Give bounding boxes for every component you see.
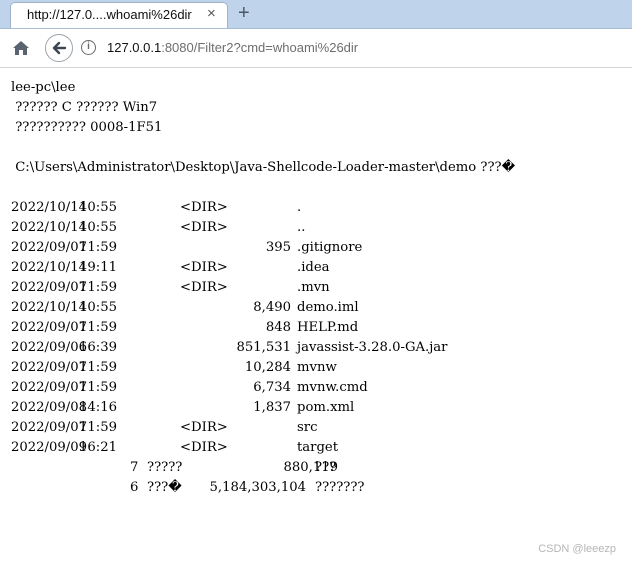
entry-date: 2022/09/07 <box>11 420 88 435</box>
directory-header-line: C:\Users\Administrator\Desktop\Java-Shel… <box>11 160 516 175</box>
entry-size: 848 <box>265 320 291 335</box>
tab-close-icon[interactable]: × <box>207 5 216 22</box>
directory-entry-row: 2022/09/07 11:59 10,284 mvnw <box>11 358 626 378</box>
entry-dir-marker: <DIR> <box>180 200 228 215</box>
entry-time: 16:21 <box>79 440 118 455</box>
entry-time: 10:55 <box>79 200 118 215</box>
csdn-watermark: CSDN @leeezp <box>538 543 616 555</box>
file-count-label: ????? <box>147 460 183 475</box>
entry-name: .gitignore <box>297 240 363 255</box>
file-count: 7 <box>130 460 139 475</box>
entry-size: 6,734 <box>253 380 291 395</box>
new-tab-icon[interactable]: + <box>238 0 250 26</box>
entry-name: . <box>297 200 302 215</box>
directory-entry-row: 2022/10/14 19:11 <DIR> .idea <box>11 258 626 278</box>
entry-name: .idea <box>297 260 330 275</box>
entry-name: demo.iml <box>297 300 359 315</box>
entry-size: 8,490 <box>253 300 291 315</box>
directory-entry-row: 2022/09/09 16:21 <DIR> target <box>11 438 626 458</box>
entry-name: .. <box>297 220 306 235</box>
site-info-icon[interactable]: i <box>81 40 96 55</box>
directory-entry-row: 2022/09/07 11:59 395 .gitignore <box>11 238 626 258</box>
entry-date: 2022/09/07 <box>11 320 88 335</box>
directory-listing: 2022/10/14 10:55 <DIR>. 2022/10/14 10:55 <DIR… <box>11 198 626 458</box>
volume-serial-line: ?????????? 0008-1F51 <box>11 120 163 135</box>
entry-dir-marker: <DIR> <box>180 420 228 435</box>
directory-entry-row: 2022/09/07 11:59 6,734 mvnw.cmd <box>11 378 626 398</box>
entry-size: 851,531 <box>236 340 291 355</box>
dir-count-label: ???� <box>147 480 182 495</box>
entry-date: 2022/09/07 <box>11 380 88 395</box>
entry-date: 2022/09/08 <box>11 400 88 415</box>
entry-dir-marker: <DIR> <box>180 280 228 295</box>
directory-entry-row: 2022/09/06 16:39 851,531 javassist-3.28.0-G… <box>11 338 626 358</box>
entry-date: 2022/09/07 <box>11 280 88 295</box>
entry-size: 395 <box>265 240 291 255</box>
entry-name: target <box>297 440 339 455</box>
free-bytes: 5,184,303,104 <box>209 480 306 495</box>
summary-dirs-row: 6 ???� 5,184,303,104 ??????? <box>11 478 626 498</box>
directory-entry-row: 2022/09/08 14:16 1,837 pom.xml <box>11 398 626 418</box>
url-path: :8080/Filter2?cmd=whoami%26dir <box>161 40 359 55</box>
entry-name: mvnw <box>297 360 337 375</box>
directory-entry-row: 2022/09/07 11:59 848 HELP.md <box>11 318 626 338</box>
home-icon[interactable] <box>11 38 31 58</box>
browser-tab[interactable]: http://127.0....whoami%26dir × <box>10 2 228 28</box>
entry-time: 11:59 <box>79 280 118 295</box>
entry-size: 1,837 <box>253 400 291 415</box>
entry-date: 2022/10/14 <box>11 260 88 275</box>
entry-date: 2022/10/14 <box>11 220 88 235</box>
entry-date: 2022/10/14 <box>11 300 88 315</box>
entry-dir-marker: <DIR> <box>180 260 228 275</box>
entry-time: 11:59 <box>79 420 118 435</box>
entry-date: 2022/10/14 <box>11 200 88 215</box>
volume-label-line: ?????? C ?????? Win7 <box>11 100 158 115</box>
dir-count: 6 <box>130 480 139 495</box>
entry-size: 10,284 <box>244 360 291 375</box>
command-output: lee-pc\lee ?????? C ?????? Win7 ????????… <box>11 78 626 498</box>
entry-time: 16:39 <box>79 340 118 355</box>
entry-name: .mvn <box>297 280 330 295</box>
tab-bar: http://127.0....whoami%26dir × + <box>0 0 632 29</box>
navigation-bar: i 127.0.0.1:8080/Filter2?cmd=whoami%26di… <box>0 29 632 68</box>
entry-date: 2022/09/09 <box>11 440 88 455</box>
entry-name: src <box>297 420 318 435</box>
directory-entry-row: 2022/10/14 10:55 8,490 demo.iml <box>11 298 626 318</box>
entry-time: 19:11 <box>79 260 118 275</box>
free-bytes-unit: ??????? <box>315 480 365 495</box>
entry-dir-marker: <DIR> <box>180 440 228 455</box>
entry-name: pom.xml <box>297 400 355 415</box>
entry-time: 11:59 <box>79 320 118 335</box>
summary-files-row: 7 ????? 880,119 ??? <box>11 458 626 478</box>
entry-time: 10:55 <box>79 220 118 235</box>
entry-name: javassist-3.28.0-GA.jar <box>297 340 448 355</box>
entry-date: 2022/09/06 <box>11 340 88 355</box>
entry-time: 14:16 <box>79 400 118 415</box>
directory-entry-row: 2022/09/07 11:59 <DIR> .mvn <box>11 278 626 298</box>
directory-entry-row: 2022/10/14 10:55 <DIR>.. <box>11 218 626 238</box>
address-bar[interactable]: 127.0.0.1:8080/Filter2?cmd=whoami%26dir <box>107 40 358 55</box>
entry-time: 11:59 <box>79 360 118 375</box>
url-host: 127.0.0.1 <box>107 40 162 55</box>
entry-time: 11:59 <box>79 240 118 255</box>
directory-entry-row: 2022/09/07 11:59 <DIR> src <box>11 418 626 438</box>
entry-dir-marker: <DIR> <box>180 220 228 235</box>
back-button[interactable] <box>45 34 73 62</box>
entry-date: 2022/09/07 <box>11 240 88 255</box>
back-arrow-icon <box>52 41 67 55</box>
entry-name: mvnw.cmd <box>297 380 368 395</box>
total-bytes-unit: ??? <box>315 460 337 475</box>
tab-title: http://127.0....whoami%26dir <box>27 7 192 22</box>
entry-time: 10:55 <box>79 300 118 315</box>
whoami-result: lee-pc\lee <box>11 80 76 95</box>
directory-entry-row: 2022/10/14 10:55 <DIR>. <box>11 198 626 218</box>
entry-time: 11:59 <box>79 380 118 395</box>
entry-name: HELP.md <box>297 320 359 335</box>
entry-date: 2022/09/07 <box>11 360 88 375</box>
